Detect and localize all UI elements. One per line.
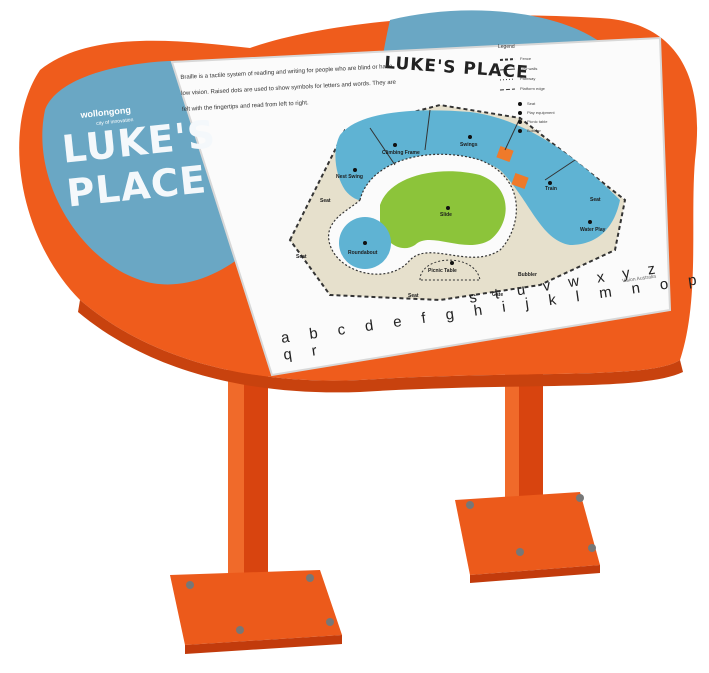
left-post <box>170 368 342 654</box>
sign-title: LUKE'S PLACE <box>60 112 218 216</box>
sign-scene <box>19 10 698 654</box>
